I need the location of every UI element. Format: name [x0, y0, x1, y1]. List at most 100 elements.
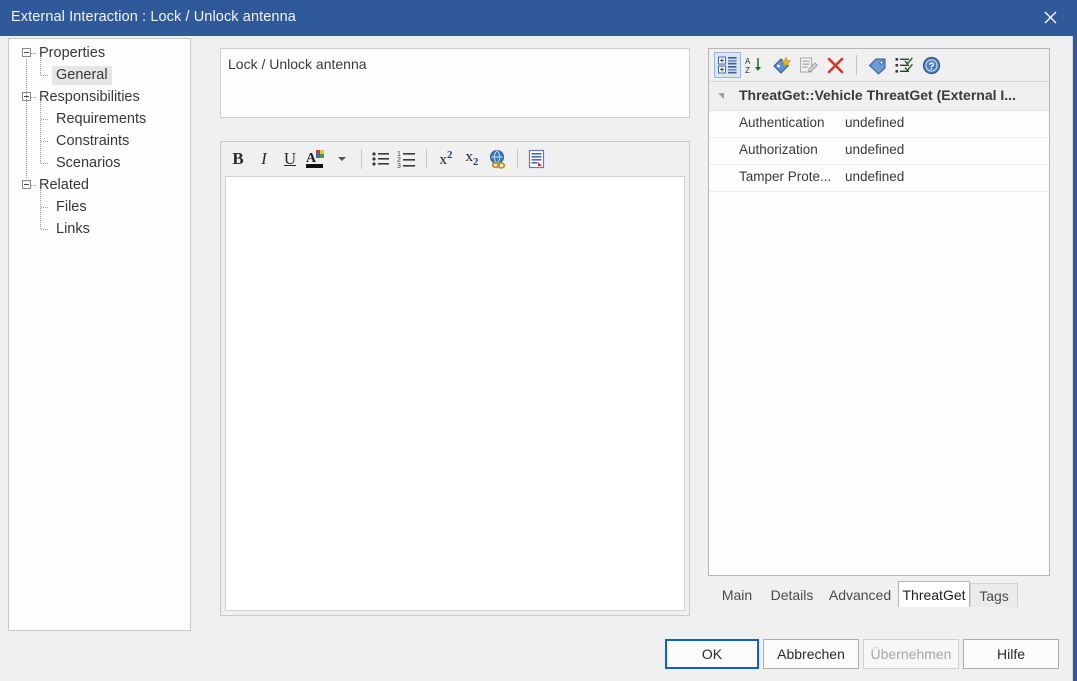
subscript-glyph: x2: [465, 149, 479, 168]
underline-icon[interactable]: U: [277, 146, 303, 172]
help-icon[interactable]: ?: [918, 52, 945, 78]
tree-connector: [41, 141, 49, 142]
svg-text:3: 3: [397, 163, 401, 169]
toolbar-separator: [517, 148, 518, 169]
hyperlink-glyph: [490, 149, 506, 169]
tree-connector: [31, 53, 36, 54]
tree-collapse-box-icon[interactable]: [22, 48, 31, 57]
superscript-glyph: x2: [439, 148, 453, 168]
chevron-down-glyph: [338, 156, 346, 161]
sort-alphabetical-glyph: A Z: [745, 57, 761, 75]
italic-icon[interactable]: I: [251, 146, 277, 172]
property-group-header[interactable]: ThreatGet::Vehicle ThreatGet (External I…: [709, 82, 1049, 111]
property-value[interactable]: undefined: [845, 115, 904, 130]
hyperlink-icon[interactable]: [485, 146, 511, 172]
add-property-icon[interactable]: [768, 52, 795, 78]
button-label: Abbrechen: [777, 646, 845, 662]
font-color-icon[interactable]: A: [303, 146, 329, 172]
add-property-glyph: [773, 56, 791, 74]
property-grid-empty-area: [709, 192, 1049, 575]
navigation-tree[interactable]: Properties General Responsibilities Require…: [8, 38, 191, 631]
ok-button[interactable]: OK: [665, 639, 759, 669]
superscript-icon[interactable]: x2: [433, 146, 459, 172]
tree-connector: [31, 185, 36, 186]
insert-document-glyph: [528, 149, 545, 168]
tree-stem: [40, 102, 41, 163]
tab-advanced[interactable]: Advanced: [822, 583, 898, 607]
sidebar-item-requirements[interactable]: Requirements: [9, 108, 190, 130]
sidebar-item-scenarios[interactable]: Scenarios: [9, 152, 190, 174]
abbrechen-button[interactable]: Abbrechen: [763, 639, 859, 669]
properties-panel: A Z ? ThreatGet::Vehicle ThreatGet (Exte…: [708, 48, 1050, 620]
tree-inner: Properties General Responsibilities Require…: [9, 39, 190, 240]
name-input[interactable]: Lock / Unlock antenna: [220, 48, 690, 118]
sidebar-item-responsibilities[interactable]: Responsibilities: [9, 86, 190, 108]
sidebar-item-label: Properties: [39, 44, 106, 61]
help-glyph: ?: [922, 56, 941, 74]
sidebar-item-label: General: [52, 65, 112, 85]
categorized-view-glyph: [718, 56, 737, 73]
font-color-glyph: A: [306, 149, 324, 168]
hilfe-button[interactable]: Hilfe: [963, 639, 1059, 669]
property-row[interactable]: Authentication undefined: [709, 111, 1049, 138]
tab-tags[interactable]: Tags: [970, 583, 1018, 607]
sidebar-item-related[interactable]: Related: [9, 174, 190, 196]
property-group-title: ThreatGet::Vehicle ThreatGet (External I…: [739, 87, 1016, 103]
edit-property-icon: [795, 52, 822, 78]
tag-icon[interactable]: [864, 52, 891, 78]
window-right-edge: [1073, 0, 1077, 681]
checklist-icon[interactable]: [891, 52, 918, 78]
tree-stem: [40, 58, 41, 75]
property-name: Tamper Prote...: [739, 169, 832, 184]
tab-main[interactable]: Main: [712, 583, 762, 607]
toolbar-separator: [856, 55, 857, 75]
sidebar-item-constraints[interactable]: Constraints: [9, 130, 190, 152]
svg-text:?: ?: [928, 61, 934, 72]
name-input-value: Lock / Unlock antenna: [228, 56, 367, 72]
tree-connector: [41, 163, 49, 164]
close-glyph: [1044, 11, 1056, 23]
property-value[interactable]: undefined: [845, 142, 904, 157]
property-row[interactable]: Tamper Prote... undefined: [709, 165, 1049, 192]
property-name: Authentication: [739, 115, 825, 130]
bullet-list-icon[interactable]: [368, 146, 394, 172]
close-icon[interactable]: [1027, 0, 1073, 34]
checklist-glyph: [895, 56, 913, 73]
property-grid: ThreatGet::Vehicle ThreatGet (External I…: [709, 82, 1049, 575]
tree-collapse-box-icon[interactable]: [22, 180, 31, 189]
sidebar-item-label: Files: [56, 198, 87, 215]
tab-label: ThreatGet: [902, 586, 966, 603]
collapse-triangle-icon[interactable]: [718, 93, 724, 99]
tree-connector: [31, 97, 36, 98]
tree-stem: [40, 190, 41, 229]
tree-connector: [41, 75, 49, 76]
notes-editor-body[interactable]: [225, 176, 685, 611]
property-toolbar: A Z ?: [709, 49, 1049, 82]
property-name: Authorization: [739, 142, 818, 157]
panel-tabs: Main Details Advanced ThreatGet Tags: [708, 581, 1050, 607]
numbered-list-icon[interactable]: 1 2 3: [394, 146, 420, 172]
property-row[interactable]: Authorization undefined: [709, 138, 1049, 165]
numbered-list-glyph: 1 2 3: [397, 151, 415, 169]
sidebar-item-general[interactable]: General: [9, 64, 190, 86]
sidebar-item-properties[interactable]: Properties: [9, 42, 190, 64]
property-value[interactable]: undefined: [845, 169, 904, 184]
tab-threatget[interactable]: ThreatGet: [898, 581, 970, 607]
bold-icon[interactable]: B: [225, 146, 251, 172]
sidebar-item-label: Scenarios: [56, 154, 121, 171]
categorized-view-icon[interactable]: [714, 52, 741, 78]
bullet-list-glyph: [372, 151, 389, 166]
subscript-icon[interactable]: x2: [459, 146, 485, 172]
tab-label: Details: [770, 587, 814, 603]
insert-document-icon[interactable]: [524, 146, 550, 172]
button-label: OK: [701, 646, 723, 662]
tab-details[interactable]: Details: [762, 583, 822, 607]
delete-property-icon[interactable]: [822, 52, 849, 78]
sort-alphabetical-icon[interactable]: A Z: [741, 52, 768, 78]
property-grid-container: A Z ? ThreatGet::Vehicle ThreatGet (Exte…: [708, 48, 1050, 576]
sidebar-item-files[interactable]: Files: [9, 196, 190, 218]
toolbar-separator: [361, 148, 362, 169]
chevron-down-icon[interactable]: [329, 146, 355, 172]
sidebar-item-links[interactable]: Links: [9, 218, 190, 240]
notes-editor: B I U A 1 2 3 x2 x2: [220, 141, 690, 616]
